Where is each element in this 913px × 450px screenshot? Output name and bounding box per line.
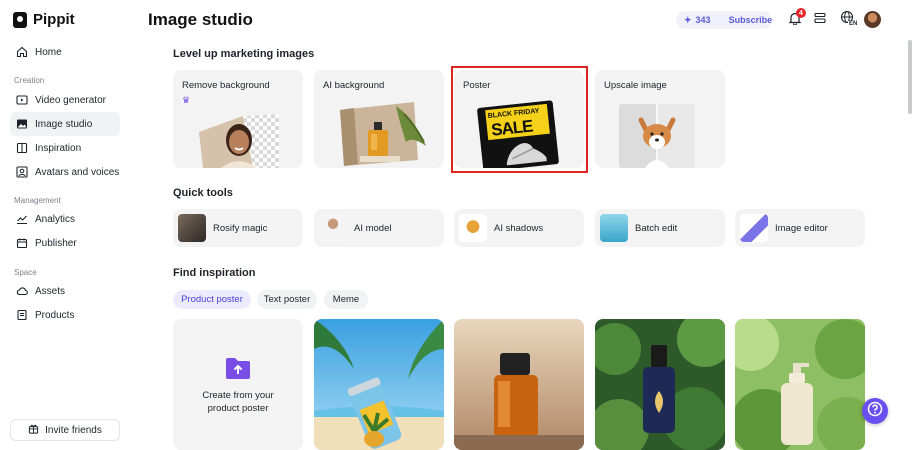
ai-background-card[interactable]: AI background (314, 70, 444, 168)
page-title: Image studio (148, 10, 253, 29)
credits-subscribe-bar[interactable]: ✦ 343 Subscribe (676, 11, 772, 29)
tool-rosify-magic[interactable]: Rosify magic (173, 209, 303, 247)
pippit-logo-icon (13, 11, 27, 28)
sidebar-item-home[interactable]: Home (10, 40, 120, 64)
inspiration-card-perfume[interactable] (454, 319, 584, 450)
upscale-image-illustration (619, 104, 695, 168)
tab-product-poster[interactable]: Product poster (173, 290, 251, 309)
sidebar-item-label: Inspiration (35, 142, 82, 154)
marketing-section-title: Level up marketing images (173, 48, 315, 60)
ai-background-illustration (340, 102, 426, 166)
app-root: Pippit Home Creation Video generator Ima… (0, 0, 913, 450)
sidebar-item-label: Image studio (35, 118, 93, 130)
sidebar-item-publisher[interactable]: Publisher (10, 231, 120, 255)
question-icon (867, 401, 883, 422)
sidebar-item-analytics[interactable]: Analytics (10, 207, 120, 231)
sidebar-item-label: Video generator (35, 94, 106, 106)
tab-text-poster[interactable]: Text poster (257, 290, 317, 309)
scrollbar[interactable] (908, 40, 912, 114)
invite-friends-button[interactable]: Invite friends (10, 419, 120, 441)
create-product-poster-card[interactable]: Create from your product poster (173, 319, 303, 450)
sidebar-item-label: Assets (35, 285, 66, 297)
image-icon (16, 118, 28, 130)
remove-background-illustration (199, 114, 279, 168)
creation-section-label: Creation (14, 76, 45, 85)
tab-meme[interactable]: Meme (324, 290, 368, 309)
sidebar-item-video-generator[interactable]: Video generator (10, 88, 120, 112)
serum-bottle-image (595, 319, 725, 450)
sidebar-item-label: Home (35, 46, 62, 58)
gift-icon (28, 423, 39, 437)
layers-icon (813, 11, 827, 30)
rosify-thumbnail (178, 214, 206, 242)
tool-image-editor[interactable]: Image editor (735, 209, 865, 247)
inspiration-card-serum[interactable] (595, 319, 725, 450)
sidebar-item-image-studio[interactable]: Image studio (10, 112, 120, 136)
credits-count: 343 (695, 15, 711, 25)
tool-label: AI shadows (494, 222, 544, 234)
product-icon (16, 309, 28, 321)
sparkle-icon: ✦ (684, 14, 692, 25)
card-label: Remove background (182, 80, 270, 91)
avatar[interactable] (864, 11, 881, 28)
tool-label: Rosify magic (213, 222, 268, 234)
inspiration-card-lotion[interactable] (735, 319, 865, 450)
soda-can-image (314, 319, 444, 450)
analytics-icon (16, 213, 28, 225)
folder-upload-icon (226, 357, 250, 379)
inspiration-title: Find inspiration (173, 267, 256, 279)
layers-button[interactable] (811, 11, 829, 29)
video-icon (16, 94, 28, 106)
management-section-label: Management (14, 196, 61, 205)
sidebar-item-inspiration[interactable]: Inspiration (10, 136, 120, 160)
poster-card-highlight (451, 66, 588, 173)
language-button[interactable]: EN (838, 10, 859, 30)
sidebar-item-label: Products (35, 309, 75, 321)
inspiration-icon (16, 142, 28, 154)
sidebar-item-label: Avatars and voices (35, 166, 120, 178)
inspiration-card-soda[interactable] (314, 319, 444, 450)
ai-model-thumbnail (319, 214, 347, 242)
language-code: EN (848, 21, 859, 27)
tool-ai-shadows[interactable]: AI shadows (454, 209, 584, 247)
tool-batch-edit[interactable]: Batch edit (595, 209, 725, 247)
batch-edit-thumbnail (600, 214, 628, 242)
subscribe-button[interactable]: Subscribe (729, 15, 773, 25)
tool-ai-model[interactable]: AI model (314, 209, 444, 247)
quick-tools-title: Quick tools (173, 187, 233, 199)
logo[interactable]: Pippit (13, 11, 75, 28)
tool-label: Batch edit (635, 222, 678, 234)
sidebar-item-products[interactable]: Products (10, 303, 120, 327)
sidebar: Pippit Home Creation Video generator Ima… (0, 0, 128, 450)
cloud-icon (16, 285, 28, 297)
sidebar-item-label: Analytics (35, 213, 76, 225)
app-name: Pippit (33, 11, 75, 28)
avatar-icon (16, 166, 28, 178)
lotion-bottle-image (735, 319, 865, 450)
perfume-bottle-image (454, 319, 584, 450)
sidebar-item-assets[interactable]: Assets (10, 279, 120, 303)
home-icon (16, 46, 28, 58)
crown-icon: ♛ (182, 95, 191, 105)
upscale-image-card[interactable]: Upscale image (595, 70, 725, 168)
space-section-label: Space (14, 268, 37, 277)
invite-friends-label: Invite friends (45, 424, 102, 436)
globe-icon (840, 10, 855, 30)
create-card-label: Create from your product poster (202, 389, 274, 414)
remove-background-card[interactable]: Remove background ♛ (173, 70, 303, 168)
card-label: Upscale image (604, 80, 667, 91)
card-label: AI background (323, 80, 385, 91)
help-button[interactable] (862, 398, 888, 424)
tool-label: AI model (354, 222, 392, 234)
sidebar-item-avatars-and-voices[interactable]: Avatars and voices (10, 160, 120, 184)
sidebar-item-label: Publisher (35, 237, 77, 249)
notifications-button[interactable]: 4 (786, 8, 806, 29)
ai-shadows-thumbnail (459, 214, 487, 242)
notification-badge: 4 (796, 8, 806, 18)
image-editor-thumbnail (740, 214, 768, 242)
calendar-icon (16, 237, 28, 249)
tool-label: Image editor (775, 222, 828, 234)
